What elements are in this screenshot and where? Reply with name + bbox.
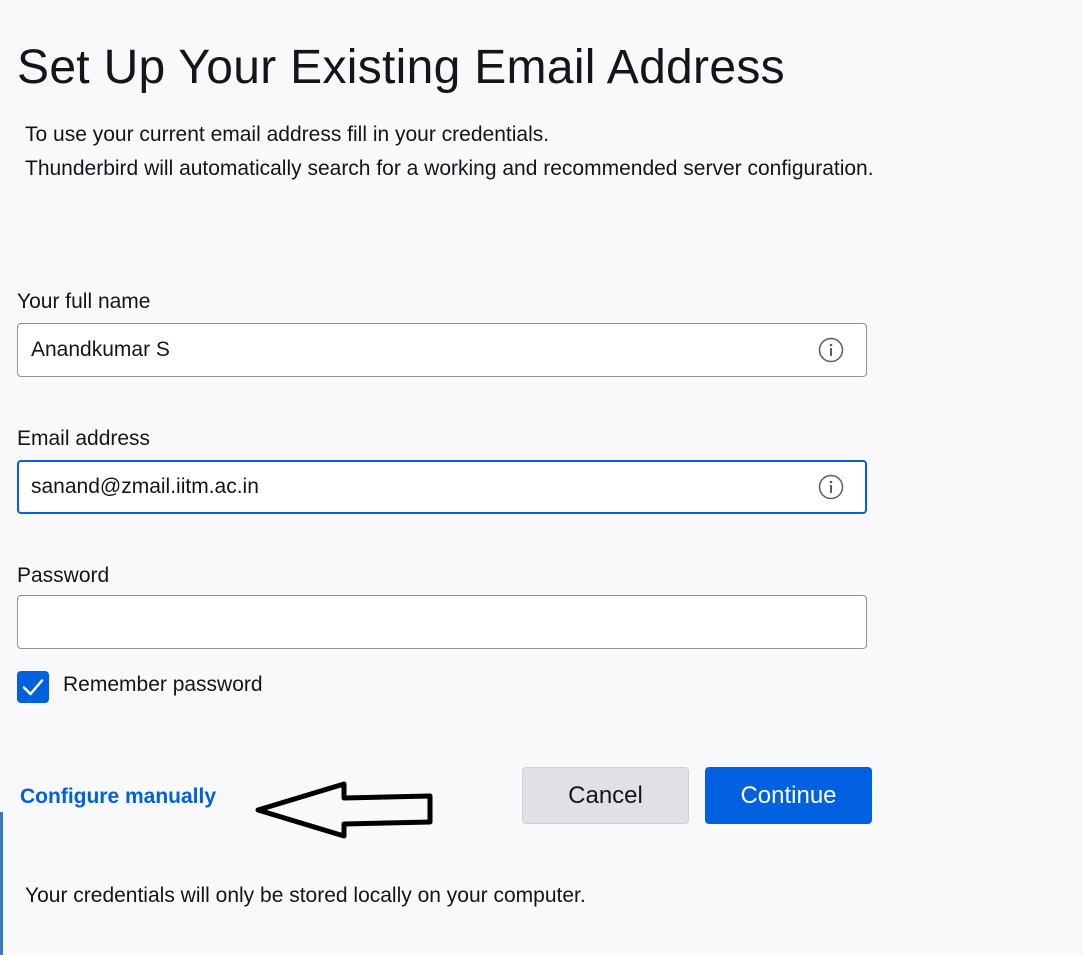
page-title: Set Up Your Existing Email Address bbox=[17, 41, 785, 94]
info-icon[interactable] bbox=[818, 474, 844, 500]
intro-text: To use your current email address fill i… bbox=[25, 118, 874, 186]
footer-note: Your credentials will only be stored loc… bbox=[25, 884, 586, 907]
remember-password-checkbox[interactable] bbox=[17, 671, 49, 703]
remember-password-label[interactable]: Remember password bbox=[63, 673, 263, 697]
intro-line-2: Thunderbird will automatically search fo… bbox=[25, 157, 874, 180]
full-name-field[interactable]: Anandkumar S bbox=[17, 323, 867, 377]
password-field[interactable] bbox=[17, 595, 867, 649]
info-icon[interactable] bbox=[818, 337, 844, 363]
email-value[interactable]: sanand@zmail.iitm.ac.in bbox=[31, 475, 259, 499]
window-edge bbox=[0, 812, 3, 955]
email-label: Email address bbox=[17, 427, 151, 450]
full-name-label: Your full name bbox=[17, 290, 151, 313]
continue-button[interactable]: Continue bbox=[705, 767, 872, 824]
cancel-button[interactable]: Cancel bbox=[522, 767, 689, 824]
left-arrow-icon bbox=[255, 781, 433, 839]
configure-manually-link[interactable]: Configure manually bbox=[20, 785, 216, 809]
full-name-value[interactable]: Anandkumar S bbox=[31, 338, 170, 362]
intro-line-1: To use your current email address fill i… bbox=[25, 123, 550, 146]
password-label: Password bbox=[17, 564, 110, 587]
email-field[interactable]: sanand@zmail.iitm.ac.in bbox=[17, 460, 867, 514]
checkmark-icon bbox=[22, 679, 44, 696]
